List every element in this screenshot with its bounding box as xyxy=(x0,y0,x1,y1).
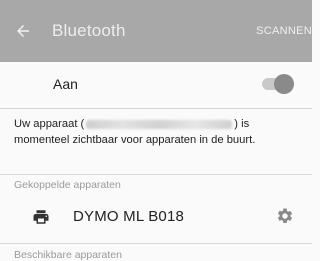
gear-icon[interactable] xyxy=(276,207,294,225)
divider xyxy=(0,243,312,244)
bluetooth-switch[interactable] xyxy=(262,74,294,94)
toggle-label: Aan xyxy=(53,76,78,92)
page-title: Bluetooth xyxy=(52,21,126,40)
printer-icon xyxy=(33,210,49,224)
arrow-left-icon[interactable] xyxy=(14,22,32,40)
redacted-device-name xyxy=(86,119,233,129)
device-name: DYMO ML B018 xyxy=(73,208,185,225)
paired-device-item[interactable]: DYMO ML B018 xyxy=(0,196,312,240)
description-prefix: Uw apparaat ( xyxy=(14,118,85,130)
bluetooth-toggle-row[interactable]: Aan xyxy=(0,62,312,109)
paired-devices-header: Gekoppelde apparaten xyxy=(14,179,121,191)
scan-button[interactable]: SCANNEN xyxy=(256,25,312,37)
divider xyxy=(0,174,312,175)
available-devices-header: Beschikbare apparaten xyxy=(14,249,122,261)
visibility-description: Uw apparaat () is momenteel zichtbaar vo… xyxy=(14,116,298,148)
switch-knob xyxy=(274,74,294,94)
app-bar: Bluetooth SCANNEN xyxy=(0,0,312,62)
